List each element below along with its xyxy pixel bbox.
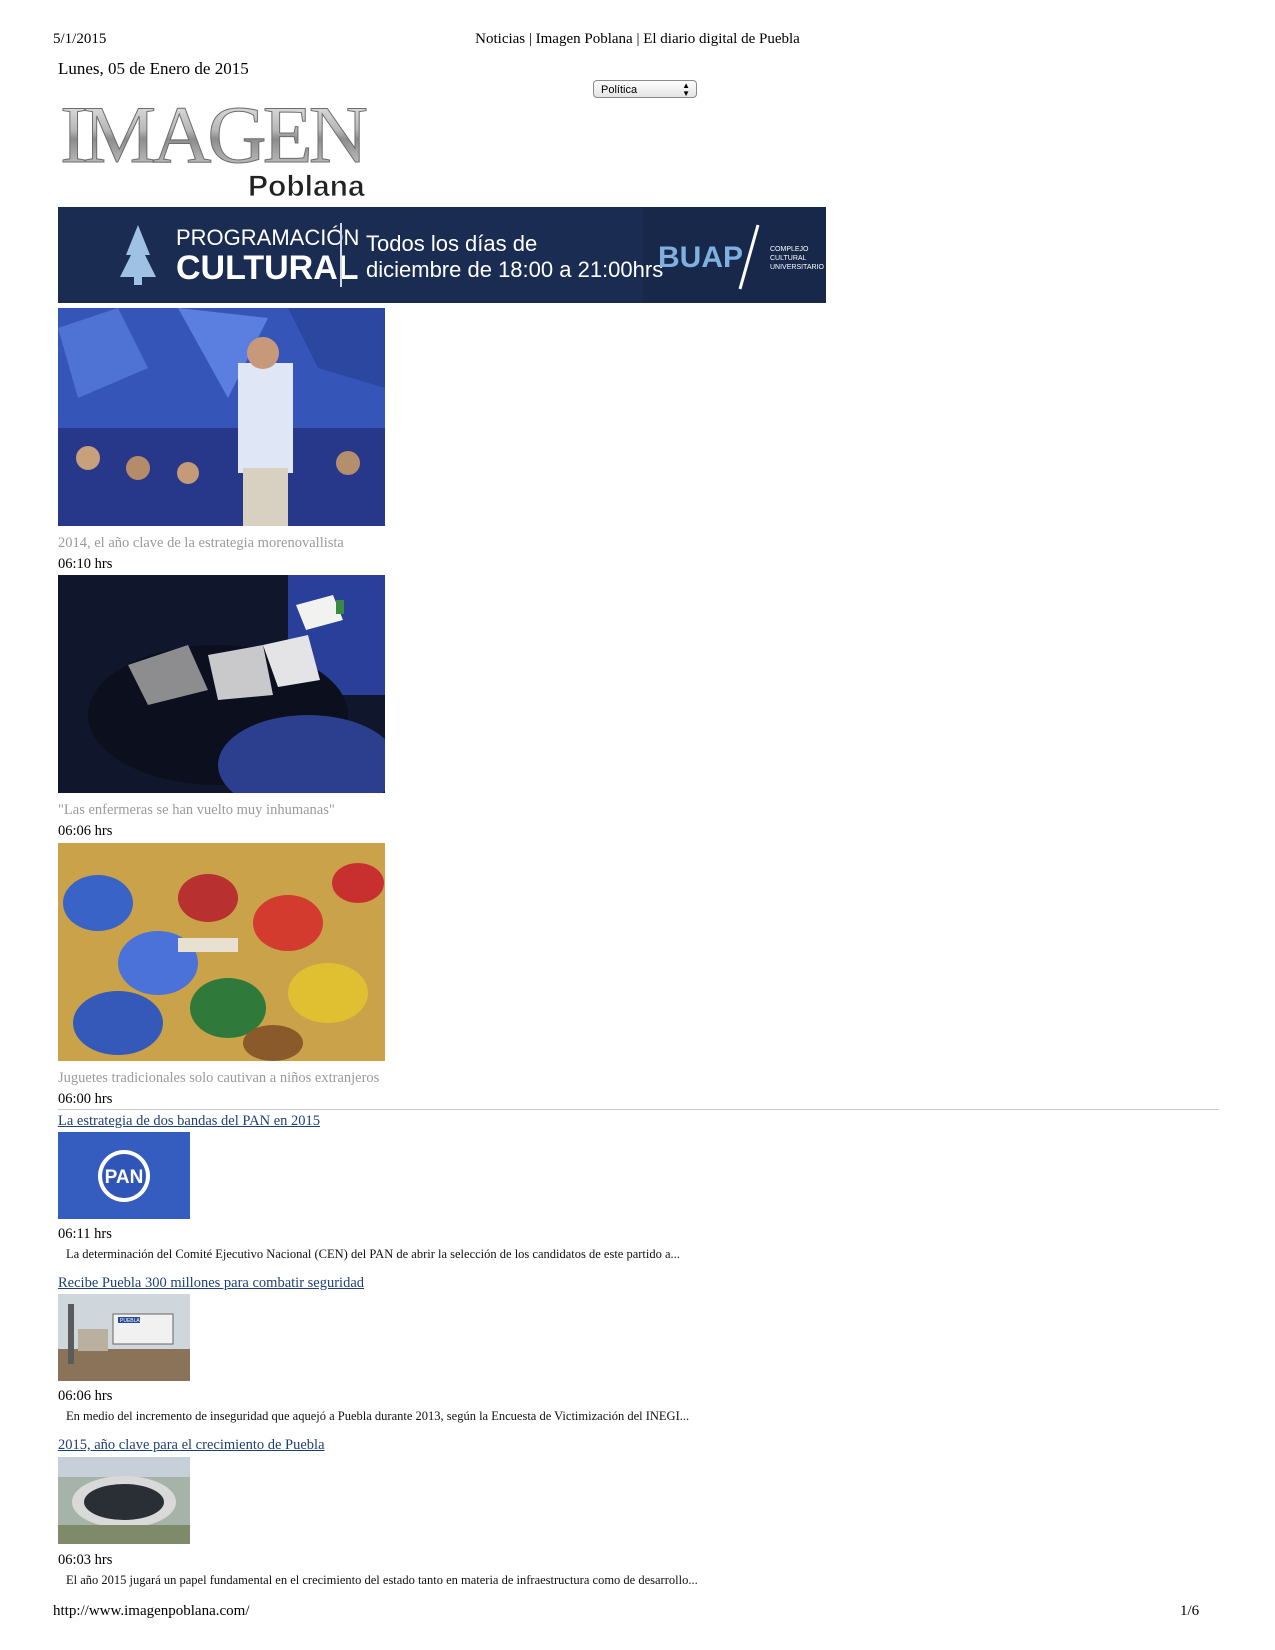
featured-time: 06:10 hrs [58,556,113,572]
print-url: http://www.imagenpoblana.com/ [53,1603,250,1619]
banner-ad[interactable]: PROGRAMACIÓN CULTURAL Todos los días de … [58,207,826,303]
print-title: Noticias | Imagen Poblana | El diario di… [475,31,800,47]
section-divider [58,1109,1219,1110]
section-select-value: Política [601,84,638,96]
banner-schedule-2: diciembre de 18:00 a 21:00hrs [366,257,663,282]
news-summary: El año 2015 jugará un papel fundamental … [66,1573,698,1587]
print-page-number: 1/6 [1180,1603,1200,1619]
news-summary: En medio del incremento de inseguridad q… [66,1409,690,1423]
featured-caption[interactable]: 2014, el año clave de la estrategia more… [58,535,344,552]
news-title-link[interactable]: 2015, año clave para el crecimiento de P… [58,1437,325,1454]
news-title-link[interactable]: Recibe Puebla 300 millones para combatir… [58,1275,364,1292]
sign-text: PUEBLA [120,1318,140,1324]
banner-brand: BUAP [658,241,743,274]
pan-logo-text: PAN [105,1167,144,1188]
site-logo[interactable]: IMAGEN Poblana [58,84,378,204]
news-time: 06:06 hrs [58,1388,113,1404]
featured-time: 06:00 hrs [58,1091,113,1107]
select-arrows-icon: ▲ ▼ [682,81,690,98]
current-date: Lunes, 05 de Enero de 2015 [58,59,249,78]
news-title-link[interactable]: La estrategia de dos bandas del PAN en 2… [58,1113,320,1130]
featured-time: 06:06 hrs [58,823,113,839]
banner-brand-sub1: COMPLEJO [770,246,809,253]
news-time: 06:03 hrs [58,1552,113,1568]
featured-photo-rally[interactable] [58,308,385,526]
featured-caption[interactable]: Juguetes tradicionales solo cautivan a n… [58,1070,379,1087]
banner-brand-sub3: UNIVERSITARIO [770,264,824,271]
featured-photo-toys[interactable] [58,843,385,1061]
news-time: 06:11 hrs [58,1226,112,1242]
news-thumb-stadium[interactable] [58,1457,190,1544]
news-summary: La determinación del Comité Ejecutivo Na… [66,1247,680,1261]
news-thumb-pan[interactable]: PAN [58,1132,190,1219]
logo-main-text: IMAGEN [60,89,367,180]
banner-brand-sub2: CULTURAL [770,255,807,262]
section-select[interactable]: Política ▲ ▼ [593,80,697,98]
banner-schedule-1: Todos los días de [366,231,537,256]
logo-sub-text: Poblana [248,170,365,202]
news-thumb-construction[interactable]: PUEBLA [58,1294,190,1381]
banner-line1: PROGRAMACIÓN [176,225,359,250]
featured-caption[interactable]: "Las enfermeras se han vuelto muy inhuma… [58,802,335,819]
featured-photo-nurses[interactable] [58,575,398,815]
banner-line2: CULTURAL [176,249,359,287]
